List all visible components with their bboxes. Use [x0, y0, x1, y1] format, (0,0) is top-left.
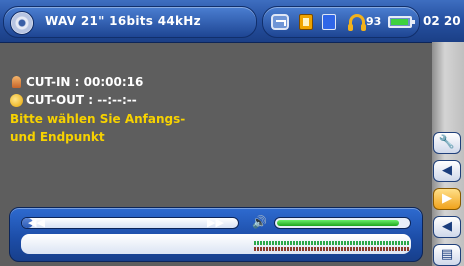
- cut-out-text: CUT-OUT : --:--:--: [26, 93, 137, 107]
- menu-icon: ▤: [440, 247, 454, 262]
- play-button[interactable]: ▶: [433, 188, 461, 210]
- memory-card-icon: [322, 14, 336, 30]
- volume-level: 93: [366, 15, 382, 28]
- speaker-icon: ◀: [442, 163, 452, 178]
- battery-icon: [388, 16, 415, 28]
- back-button[interactable]: ◀: [433, 216, 461, 238]
- status-indicators: 93: [262, 6, 420, 38]
- play-icon: ▶: [442, 191, 452, 206]
- audio-button[interactable]: ◀: [433, 160, 461, 182]
- hint-line-2: und Endpunkt: [10, 130, 105, 144]
- volume-fill: [277, 220, 399, 226]
- cut-in-text: CUT-IN : 00:00:16: [26, 75, 144, 89]
- clock: 02 20: [423, 14, 461, 28]
- file-info: WAV 21" 16bits 44kHz: [45, 14, 201, 28]
- wrench-icon: 🔧: [438, 135, 456, 150]
- cut-in-line: CUT-IN : 00:00:16: [10, 74, 185, 92]
- settings-button[interactable]: 🔧: [433, 132, 461, 154]
- status-bar: WAV 21" 16bits 44kHz 93 02 20: [0, 0, 464, 43]
- disc-icon: [10, 11, 34, 35]
- menu-button[interactable]: ▤: [433, 244, 461, 266]
- cut-out-line: CUT-OUT : --:--:--: [10, 92, 185, 110]
- back-icon: ◀: [442, 219, 452, 234]
- hint-line-1: Bitte wählen Sie Anfangs-: [10, 112, 186, 126]
- player-panel: ◀◀ ▶▶ 🔊: [9, 207, 423, 262]
- hold-lock-icon: [299, 14, 313, 30]
- headphone-icon: [348, 14, 366, 31]
- cut-out-icon: [10, 94, 23, 107]
- fast-forward-icon[interactable]: ▶▶: [207, 216, 224, 229]
- volume-slider[interactable]: [274, 217, 411, 229]
- file-info-pill: WAV 21" 16bits 44kHz: [3, 6, 257, 38]
- level-meter-right: [254, 247, 410, 251]
- volume-icon: 🔊: [252, 215, 267, 229]
- rewind-icon[interactable]: ◀◀: [28, 216, 45, 229]
- cut-info: CUT-IN : 00:00:16 CUT-OUT : --:--:-- Bit…: [10, 74, 185, 146]
- level-meter-left: [254, 241, 410, 245]
- repeat-icon: [271, 14, 289, 30]
- cut-in-icon: [12, 76, 21, 88]
